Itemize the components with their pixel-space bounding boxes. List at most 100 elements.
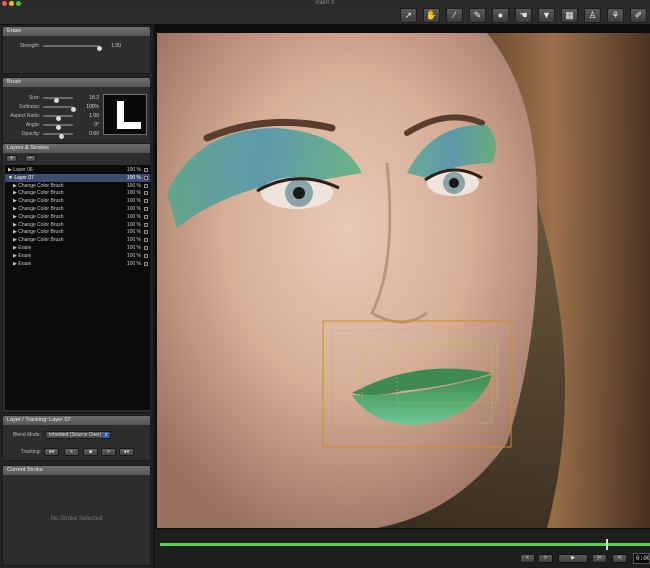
opacity-slider[interactable] (43, 133, 73, 139)
clone-tool[interactable]: ⚘ (607, 8, 624, 23)
hand-icon: ✋ (425, 10, 438, 20)
chevron-right-icon: > (107, 449, 110, 455)
layer-visibility-checkbox[interactable] (144, 222, 148, 227)
strength-value: 1.00 (111, 43, 121, 49)
softness-slider[interactable] (43, 106, 76, 112)
layer-row[interactable]: ▶ Erase 100 % (5, 252, 150, 260)
tracking-options-button[interactable]: ●▾ (44, 448, 59, 456)
track-forward-button[interactable]: > (101, 448, 116, 456)
strength-slider[interactable] (43, 45, 102, 51)
layer-row-opacity: 100 % (126, 206, 141, 212)
angle-slider[interactable] (43, 124, 73, 130)
dodge-tool[interactable]: ✐ (630, 8, 647, 23)
layer-row-name: ▶ Change Color Brush (13, 229, 64, 236)
tracking-settings-button[interactable]: ●▾ (119, 448, 134, 456)
layer-row[interactable]: ▶ Erase 100 % (5, 244, 150, 252)
opacity-slider-knob[interactable] (58, 134, 64, 139)
add-layer-button[interactable]: + (6, 155, 17, 162)
layer-visibility-checkbox[interactable] (144, 261, 148, 266)
track-backward-button[interactable]: < (64, 448, 79, 456)
layer-row[interactable]: ▶ Change Color Brush 100 % (5, 236, 150, 244)
skip-end-icon: >| (617, 555, 622, 561)
smudge-tool[interactable]: ☚ (515, 8, 532, 23)
layer-row[interactable]: ▼ Layer 07 100 % (5, 173, 150, 182)
layer-row[interactable]: ▶ Erase 100 % (5, 260, 150, 268)
size-slider[interactable] (43, 97, 73, 103)
aspect-ratio-slider[interactable] (43, 115, 73, 121)
layer-visibility-checkbox[interactable] (144, 199, 148, 204)
size-label: Size: (28, 95, 40, 101)
layer-visibility-checkbox[interactable] (144, 246, 148, 250)
layer-row-name: ▶ Change Color Brush (13, 190, 64, 197)
track-stop-button[interactable]: ■ (83, 448, 98, 456)
paint-brush-icon: ⁄ (453, 10, 456, 20)
layer-row[interactable]: ▶ Change Color Brush 100 % (5, 221, 150, 229)
play-icon: ▶ (571, 555, 575, 561)
layer-row-name: ▶ Erase (13, 260, 32, 267)
layer-row[interactable]: ▶ Change Color Brush 100 % (5, 228, 150, 236)
timeline-track[interactable] (160, 543, 650, 546)
angle-label: Angle: (25, 122, 40, 128)
layer-row[interactable]: ▶ Change Color Brush 100 % (5, 205, 150, 213)
layer-row-opacity: 100 % (126, 198, 141, 205)
prev-frame-button[interactable]: < (520, 554, 535, 563)
size-value: 18.2 (89, 95, 99, 101)
go-end-button[interactable]: >| (612, 554, 627, 563)
brush-panel-header: Brush (3, 78, 150, 87)
layer-row[interactable]: ▶ Layer 06 100 % (5, 166, 150, 174)
layer-row-opacity: 100 % (126, 190, 141, 197)
layer-row[interactable]: ▶ Change Color Brush 100 % (5, 182, 150, 190)
grid-icon: ▦ (565, 10, 574, 20)
timecode-field[interactable]: 0:00 (633, 553, 650, 564)
video-frame[interactable] (157, 33, 650, 528)
layer-row-opacity: 100 % (126, 213, 141, 220)
layer-row-opacity: 100 % (126, 245, 141, 251)
layer-row[interactable]: ▶ Change Color Brush 100 % (5, 197, 150, 205)
color-brush-tool[interactable]: ✎ (469, 8, 486, 23)
layer-visibility-checkbox[interactable] (144, 183, 148, 188)
mask-tool[interactable]: ▼ (538, 8, 555, 23)
blend-mode-select[interactable]: Inherited (Source Over) ⇕ (45, 431, 111, 439)
stamp-tool[interactable]: ♙ (584, 8, 601, 23)
next-frame-button[interactable]: > (538, 554, 553, 563)
grid-tool[interactable]: ▦ (561, 8, 578, 23)
layers-list[interactable]: ▶ Layer 06 100 % ▼ Layer 07 100 % ▶ Change C… (5, 165, 150, 410)
play-button[interactable]: ▶ (558, 554, 588, 563)
layer-visibility-checkbox[interactable] (144, 238, 148, 243)
softness-label: Softness: (19, 104, 40, 110)
color-brush-icon: ✎ (473, 10, 482, 20)
opacity-label: Opacity: (21, 131, 40, 137)
arrow-pointer-icon: ➚ (404, 10, 413, 20)
layer-row-name: ▼ Layer 07 (8, 174, 34, 181)
layer-visibility-checkbox[interactable] (144, 175, 148, 180)
blend-mode-value: Inherited (Source Over) (49, 432, 102, 438)
layer-row-name: ▶ Change Color Brush (13, 198, 64, 205)
brush-shape-preview[interactable] (103, 94, 147, 135)
timeline[interactable]: < > ▶ |< >| 0:00 (155, 529, 650, 568)
strength-slider-knob[interactable] (96, 46, 102, 51)
layer-row[interactable]: ▶ Change Color Brush 100 % (5, 213, 150, 221)
softness-value: 100% (86, 104, 99, 110)
opacity-value: 0.60 (89, 131, 99, 137)
drop-tool[interactable]: ● (492, 8, 509, 23)
erase-panel: Erase Strength: 1.00 (2, 26, 151, 74)
inspector-panel: Erase Strength: 1.00 Brush Size: 18.2 Soft… (0, 25, 154, 568)
layer-visibility-checkbox[interactable] (144, 253, 148, 258)
smudge-icon: ☚ (519, 10, 528, 20)
video-viewer[interactable] (155, 25, 650, 529)
layer-row[interactable]: ▶ Change Color Brush 100 % (5, 189, 150, 197)
layer-visibility-checkbox[interactable] (144, 214, 148, 219)
remove-layer-button[interactable]: − (25, 155, 36, 162)
layer-row-opacity: 100 % (126, 252, 141, 259)
hand-tool[interactable]: ✋ (423, 8, 440, 23)
layer-row-opacity: 100 % (126, 174, 141, 181)
go-start-button[interactable]: |< (592, 554, 607, 563)
layer-visibility-checkbox[interactable] (144, 168, 148, 172)
brush-tool[interactable]: ⁄ (446, 8, 463, 23)
layer-visibility-checkbox[interactable] (144, 230, 148, 235)
select-tool[interactable]: ➚ (400, 8, 417, 23)
layer-visibility-checkbox[interactable] (144, 191, 148, 196)
playhead-handle[interactable] (605, 539, 608, 550)
layer-visibility-checkbox[interactable] (144, 207, 148, 211)
clone-brush-icon: ⚘ (611, 10, 620, 20)
